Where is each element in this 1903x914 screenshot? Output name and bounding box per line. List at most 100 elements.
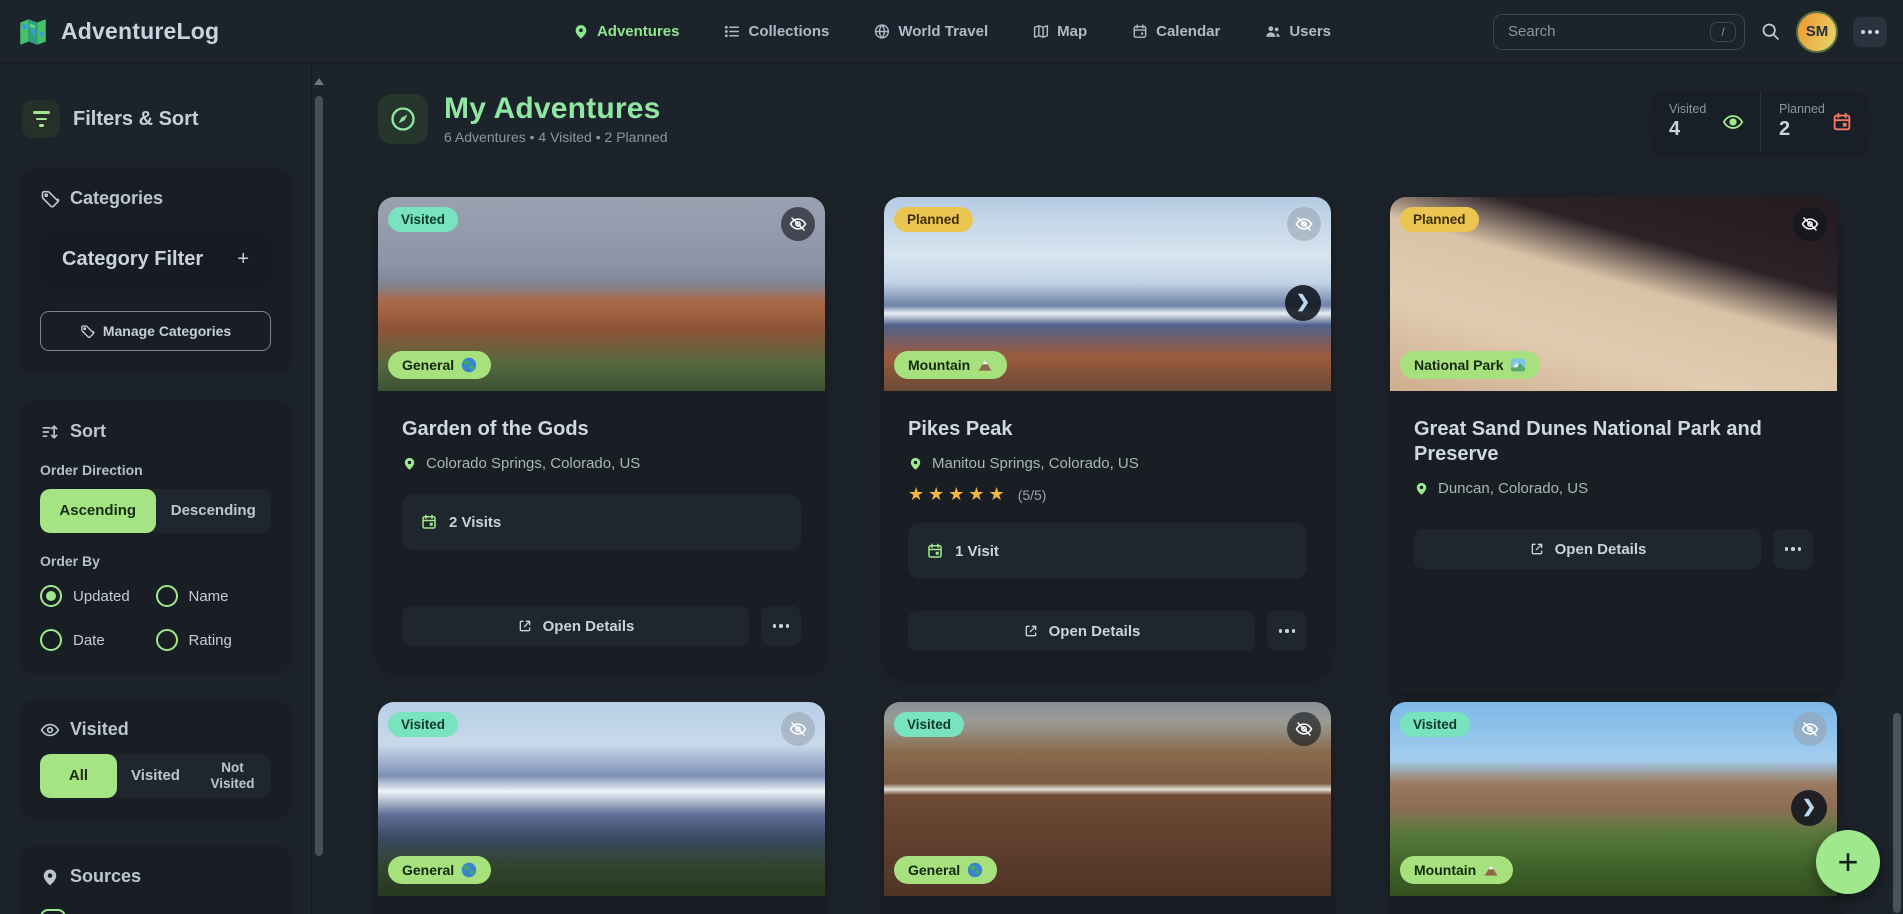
orderby-updated[interactable]: Updated	[40, 585, 156, 607]
more-options-button[interactable]	[1267, 611, 1307, 651]
status-badge: Visited	[1400, 712, 1470, 737]
visits-chip: 2 Visits	[402, 494, 801, 550]
search-field-wrap: /	[1493, 14, 1745, 50]
nav-collections[interactable]: Collections	[724, 23, 830, 40]
calendar-icon	[926, 542, 944, 560]
eye-off-icon[interactable]	[1793, 207, 1827, 241]
eye-off-icon[interactable]	[1287, 712, 1321, 746]
adventure-photo: Visited General	[884, 702, 1331, 896]
search-input[interactable]	[1493, 14, 1745, 50]
visited-all[interactable]: All	[40, 754, 117, 798]
navbar-right-cluster: / SM	[1493, 11, 1887, 53]
orderby-rating[interactable]: Rating	[156, 629, 272, 651]
visited-not-visited[interactable]: Not Visited	[194, 754, 271, 798]
adventure-location: Colorado Springs, Colorado, US	[402, 455, 801, 472]
manage-categories-button[interactable]: Manage Categories	[40, 311, 271, 351]
nav-calendar[interactable]: Calendar	[1131, 23, 1220, 40]
tag-icon	[40, 189, 60, 209]
nav-map[interactable]: Map	[1032, 23, 1087, 40]
content-shell: Filters & Sort Categories Category Filte…	[0, 64, 1903, 914]
adventure-title[interactable]: Pikes Peak	[908, 417, 1307, 442]
mountain-emoji-icon	[977, 357, 993, 373]
nav-adventures[interactable]: Adventures	[572, 23, 680, 40]
nav-users[interactable]: Users	[1264, 23, 1331, 40]
more-options-button[interactable]	[1773, 529, 1813, 569]
more-options-button[interactable]	[761, 606, 801, 646]
adventure-location: Duncan, Colorado, US	[1414, 480, 1813, 497]
next-image-chevron[interactable]: ❯	[1285, 285, 1321, 321]
adventure-title[interactable]: Great Sand Dunes National Park and Prese…	[1414, 417, 1813, 467]
scrollbar-thumb[interactable]	[315, 96, 323, 856]
sort-icon	[40, 422, 60, 442]
rating: ★★★★★ (5/5)	[908, 484, 1307, 505]
rating-text: (5/5)	[1018, 487, 1047, 503]
main-content: My Adventures 6 Adventures • 4 Visited •…	[326, 64, 1903, 914]
sources-heading: Sources	[40, 866, 271, 887]
nav-world-travel[interactable]: World Travel	[873, 23, 988, 40]
more-menu-button[interactable]	[1853, 17, 1887, 47]
visited-stat: Visited 4	[1651, 92, 1760, 153]
top-navbar: AdventureLog Adventures Collections Worl…	[0, 0, 1903, 64]
adventure-photo: Visited ❯ Mountain	[1390, 702, 1837, 896]
eye-off-icon[interactable]	[1287, 207, 1321, 241]
scrollbar-up-arrow[interactable]	[314, 78, 324, 85]
visited-panel: Visited All Visited Not Visited	[20, 701, 291, 816]
status-badge: Planned	[1400, 207, 1479, 232]
pin-icon	[908, 456, 923, 471]
direction-ascending[interactable]: Ascending	[40, 489, 156, 533]
adventure-photo: Visited General	[378, 702, 825, 896]
avatar[interactable]: SM	[1796, 11, 1838, 53]
eye-off-icon[interactable]	[781, 207, 815, 241]
filter-icon	[22, 100, 60, 138]
category-badge: General	[388, 351, 491, 379]
globe-icon	[873, 23, 890, 40]
app-title: AdventureLog	[61, 18, 219, 45]
eye-icon	[1722, 111, 1744, 133]
eye-off-icon[interactable]	[781, 712, 815, 746]
adventure-card-pikes-peak[interactable]: Planned ❯ Mountain Pikes Peak	[884, 197, 1331, 673]
planned-stat: Planned 2	[1760, 92, 1869, 153]
adventure-card[interactable]: Visited ❯ Mountain	[1390, 702, 1837, 914]
orderby-date[interactable]: Date	[40, 629, 156, 651]
main-navigation: Adventures Collections World Travel Map …	[572, 23, 1331, 40]
page-subtitle: 6 Adventures • 4 Visited • 2 Planned	[444, 129, 668, 145]
radio-icon	[156, 629, 178, 651]
page-header: My Adventures 6 Adventures • 4 Visited •…	[378, 92, 1869, 153]
pin-icon	[40, 867, 60, 887]
page-scrollbar-thumb[interactable]	[1893, 713, 1901, 913]
category-badge: Mountain	[1400, 856, 1513, 884]
include-collection-adventures-checkbox[interactable]: Include Collection Adventures	[40, 909, 271, 914]
adventure-title[interactable]: Garden of the Gods	[402, 417, 801, 442]
orderby-name[interactable]: Name	[156, 585, 272, 607]
open-details-button[interactable]: Open Details	[402, 606, 749, 646]
sort-heading: Sort	[40, 421, 271, 442]
radio-selected-icon	[40, 585, 62, 607]
category-filter-toggle[interactable]: Category Filter +	[40, 227, 271, 291]
visited-heading: Visited	[40, 719, 271, 740]
adventure-card[interactable]: Visited General	[378, 702, 825, 914]
brand[interactable]: AdventureLog	[16, 15, 219, 49]
add-adventure-button[interactable]: +	[1816, 830, 1880, 894]
sources-panel: Sources Include Collection Adventures	[20, 846, 291, 914]
park-emoji-icon	[1510, 357, 1526, 373]
adventure-card[interactable]: Visited General	[884, 702, 1331, 914]
search-icon[interactable]	[1760, 21, 1781, 42]
adventure-card-great-sand-dunes[interactable]: Planned National Park Great Sand Dunes N…	[1390, 197, 1837, 694]
order-by-label: Order By	[40, 553, 271, 569]
direction-descending[interactable]: Descending	[156, 489, 272, 533]
visited-visited[interactable]: Visited	[117, 754, 194, 798]
open-details-button[interactable]: Open Details	[1414, 529, 1761, 569]
next-image-chevron[interactable]: ❯	[1791, 790, 1827, 826]
open-details-button[interactable]: Open Details	[908, 611, 1255, 651]
adventure-card-garden-of-the-gods[interactable]: Visited General Garden of the Gods	[378, 197, 825, 668]
eye-off-icon[interactable]	[1793, 712, 1827, 746]
status-badge: Planned	[894, 207, 973, 232]
app-logo-map-icon	[16, 15, 50, 49]
map-icon	[1032, 23, 1049, 40]
adventure-photo: Visited General	[378, 197, 825, 391]
tag-icon	[80, 324, 95, 339]
stats-widget: Visited 4 Planned 2	[1651, 92, 1869, 153]
app-window: AdventureLog Adventures Collections Worl…	[0, 0, 1903, 914]
sidebar-scrollbar[interactable]	[312, 64, 326, 914]
visits-chip: 1 Visit	[908, 523, 1307, 579]
